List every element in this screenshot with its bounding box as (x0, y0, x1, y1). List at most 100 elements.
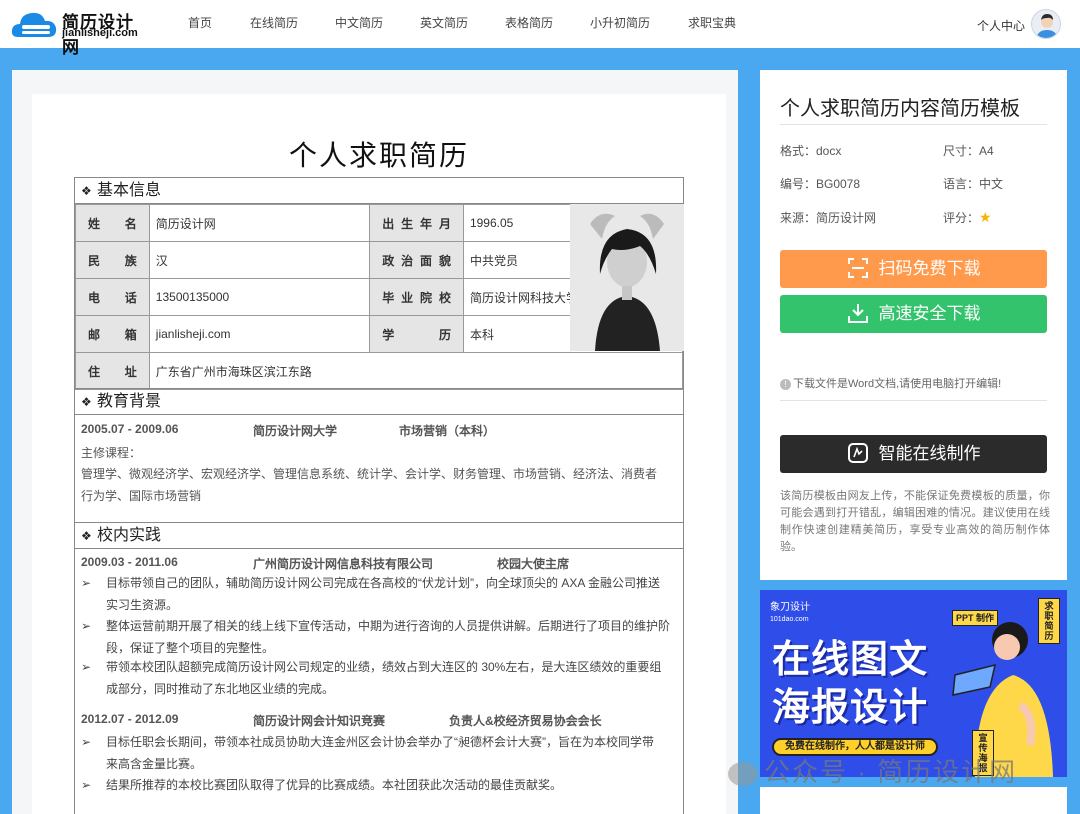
practice-org: 广州简历设计网信息科技有限公司 (253, 557, 434, 571)
practice-bullet: ➢ 结果所推荐的本校比赛团队取得了优异的比赛成绩。本社团获此次活动的最佳贡献奖。 (81, 774, 679, 796)
practice-org: 简历设计网会计知识竞赛 (253, 714, 386, 728)
email-label: 邮箱 (75, 315, 150, 353)
name-label: 姓名 (75, 204, 150, 242)
edu-period: 2005.07 - 2009.06 (81, 422, 179, 436)
arrow-icon: ➢ (81, 576, 92, 590)
nav-table-resume[interactable]: 表格简历 (505, 0, 553, 48)
practice-role: 校园大使主席 (497, 557, 570, 571)
logo-domain: jianlisheji.com (62, 27, 138, 39)
resume-preview-panel: 个人求职简历 ❖ 基本信息 姓名 简历设计网 出生年月 1996.05 民族 汉 … (12, 70, 738, 814)
degree-label: 学历 (369, 315, 464, 353)
meta-source: 来源：简历设计网 (780, 211, 877, 225)
basic-info-section: ❖ 基本信息 姓名 简历设计网 出生年月 1996.05 民族 汉 政治面貌 中共… (74, 177, 684, 390)
scan-download-button[interactable]: 扫码免费下载 (780, 250, 1047, 288)
practice-bullet: ➢ 带领本校团队超额完成简历设计网公司规定的业绩，绩效占到大连区的 30%左右，是… (81, 656, 679, 700)
address-value: 广东省广州市海珠区滨江东路 (148, 352, 684, 390)
meta-code: 编号：BG0078 (780, 177, 861, 191)
section-header-practice: ❖ 校内实践 (75, 522, 683, 549)
diamond-icon: ❖ (81, 184, 92, 198)
star-icon: ★ (979, 209, 992, 225)
button-label: 智能在线制作 (878, 444, 981, 463)
ethnic-label: 民族 (75, 241, 150, 279)
meta-rating: 评分：★ (943, 209, 992, 226)
ai-edit-icon (847, 442, 868, 463)
arrow-icon: ➢ (81, 735, 92, 749)
profile-photo (570, 204, 684, 351)
user-avatar-icon (1036, 14, 1058, 38)
ad-headline-2: 海报设计 (772, 687, 929, 729)
fast-download-button[interactable]: 高速安全下载 (780, 295, 1047, 333)
arrow-icon: ➢ (81, 778, 92, 792)
divider (780, 124, 1047, 125)
cloud-logo-icon (11, 12, 57, 37)
practice-bullet: ➢ 目标带领自己的团队，辅助简历设计网公司完成在各高校的“伏龙计划”，向全球顶尖的… (81, 572, 679, 616)
template-title: 个人求职简历内容简历模板 (780, 98, 1020, 120)
poster-design-ad[interactable]: 象刀设计 101dao.com 在线图文 海报设计 免费在线制作，人人都是设计师 … (760, 590, 1067, 777)
download-icon (847, 303, 868, 323)
button-label: 高速安全下载 (878, 304, 981, 323)
section-header-education: ❖ 教育背景 (75, 388, 683, 415)
info-icon: ! (780, 379, 791, 390)
email-value: jianlisheji.com (148, 315, 371, 353)
meta-format: 格式：docx (780, 144, 842, 158)
phone-value: 13500135000 (148, 278, 371, 316)
edu-courses-line2: 行为学、国际市场营销 (81, 489, 202, 503)
section-title: 教育背景 (97, 393, 162, 410)
template-info-panel: 个人求职简历内容简历模板 格式：docx 尺寸：A4 编号：BG0078 语言：… (760, 70, 1067, 580)
edu-school: 简历设计网大学 (253, 424, 338, 438)
resume-paper: 个人求职简历 ❖ 基本信息 姓名 简历设计网 出生年月 1996.05 民族 汉 … (32, 94, 726, 814)
nav-primary-resume[interactable]: 小升初简历 (590, 0, 650, 48)
edu-courses-line1: 管理学、微观经济学、宏观经济学、管理信息系统、统计学、会计学、财务管理、市场营销… (81, 467, 658, 481)
meta-size: 尺寸：A4 (943, 144, 994, 158)
edu-major: 市场营销（本科） (399, 424, 496, 438)
arrow-icon: ➢ (81, 660, 92, 674)
ad-brand: 象刀设计 101dao.com (770, 602, 810, 623)
nav-online-resume[interactable]: 在线简历 (250, 0, 298, 48)
school-label: 毕业院校 (369, 278, 464, 316)
main-nav: 首页 在线简历 中文简历 英文简历 表格简历 小升初简历 求职宝典 (188, 0, 736, 48)
name-value: 简历设计网 (148, 204, 371, 242)
section-header-basic: ❖ 基本信息 (75, 177, 683, 204)
nav-home[interactable]: 首页 (188, 0, 212, 48)
practice-bullet: ➢ 整体运营前期开展了相关的线上线下宣传活动，中期为进行咨询的人员提供讲解。后期进… (81, 615, 679, 659)
education-section: ❖ 教育背景 2005.07 - 2009.06 简历设计网大学 市场营销（本科）… (74, 388, 684, 522)
politics-label: 政治面貌 (369, 241, 464, 279)
portrait-image (570, 204, 684, 351)
wechat-watermark: 公众号 · 简历设计网 (728, 752, 1017, 789)
ethnic-value: 汉 (148, 241, 371, 279)
ad-tag-resume: 求职 简历 (1038, 598, 1060, 644)
edu-courses-label: 主修课程： (81, 446, 142, 460)
practice-period: 2009.03 - 2011.06 (81, 555, 178, 569)
section-title: 基本信息 (97, 182, 162, 199)
top-navbar: 简历设计网 jianlisheji.com 首页 在线简历 中文简历 英文简历 … (0, 0, 1080, 57)
divider (780, 400, 1047, 401)
wechat-icon (728, 762, 758, 787)
template-disclaimer: 该简历模板由网友上传，不能保证免费模板的质量，你可能会遇到打开错乱，编辑困难的情… (780, 490, 1050, 553)
rating-label: 评分： (943, 211, 980, 225)
birth-label: 出生年月 (369, 204, 464, 242)
phone-label: 电话 (75, 278, 150, 316)
ad-headline-1: 在线图文 (772, 639, 929, 681)
button-label: 扫码免费下载 (878, 259, 981, 278)
diamond-icon: ❖ (81, 395, 92, 409)
user-avatar[interactable] (1031, 9, 1061, 39)
practice-period: 2012.07 - 2012.09 (81, 712, 179, 726)
download-note: ! 下载文件是Word文档,请使用电脑打开编辑! (780, 375, 1001, 391)
site-logo[interactable]: 简历设计网 jianlisheji.com (10, 6, 150, 57)
section-title: 校内实践 (97, 527, 162, 544)
nav-english-resume[interactable]: 英文简历 (420, 0, 468, 48)
practice-role: 负责人&校经济贸易协会会长 (449, 714, 602, 728)
nav-chinese-resume[interactable]: 中文简历 (335, 0, 383, 48)
nav-job-guide[interactable]: 求职宝典 (688, 0, 736, 48)
note-text: 下载文件是Word文档,请使用电脑打开编辑! (793, 378, 1002, 390)
meta-language: 语言：中文 (943, 177, 1004, 191)
address-label: 住址 (75, 352, 150, 390)
user-center-link[interactable]: 个人中心 (977, 17, 1025, 34)
next-card (760, 787, 1067, 814)
diamond-icon: ❖ (81, 529, 92, 543)
practice-section: ❖ 校内实践 2009.03 - 2011.06 广州简历设计网信息科技有限公司 … (74, 522, 684, 814)
ad-tag-ppt: PPT 制作 (952, 610, 999, 626)
arrow-icon: ➢ (81, 619, 92, 633)
resume-title: 个人求职简历 (288, 140, 469, 171)
online-make-button[interactable]: 智能在线制作 (780, 435, 1047, 473)
